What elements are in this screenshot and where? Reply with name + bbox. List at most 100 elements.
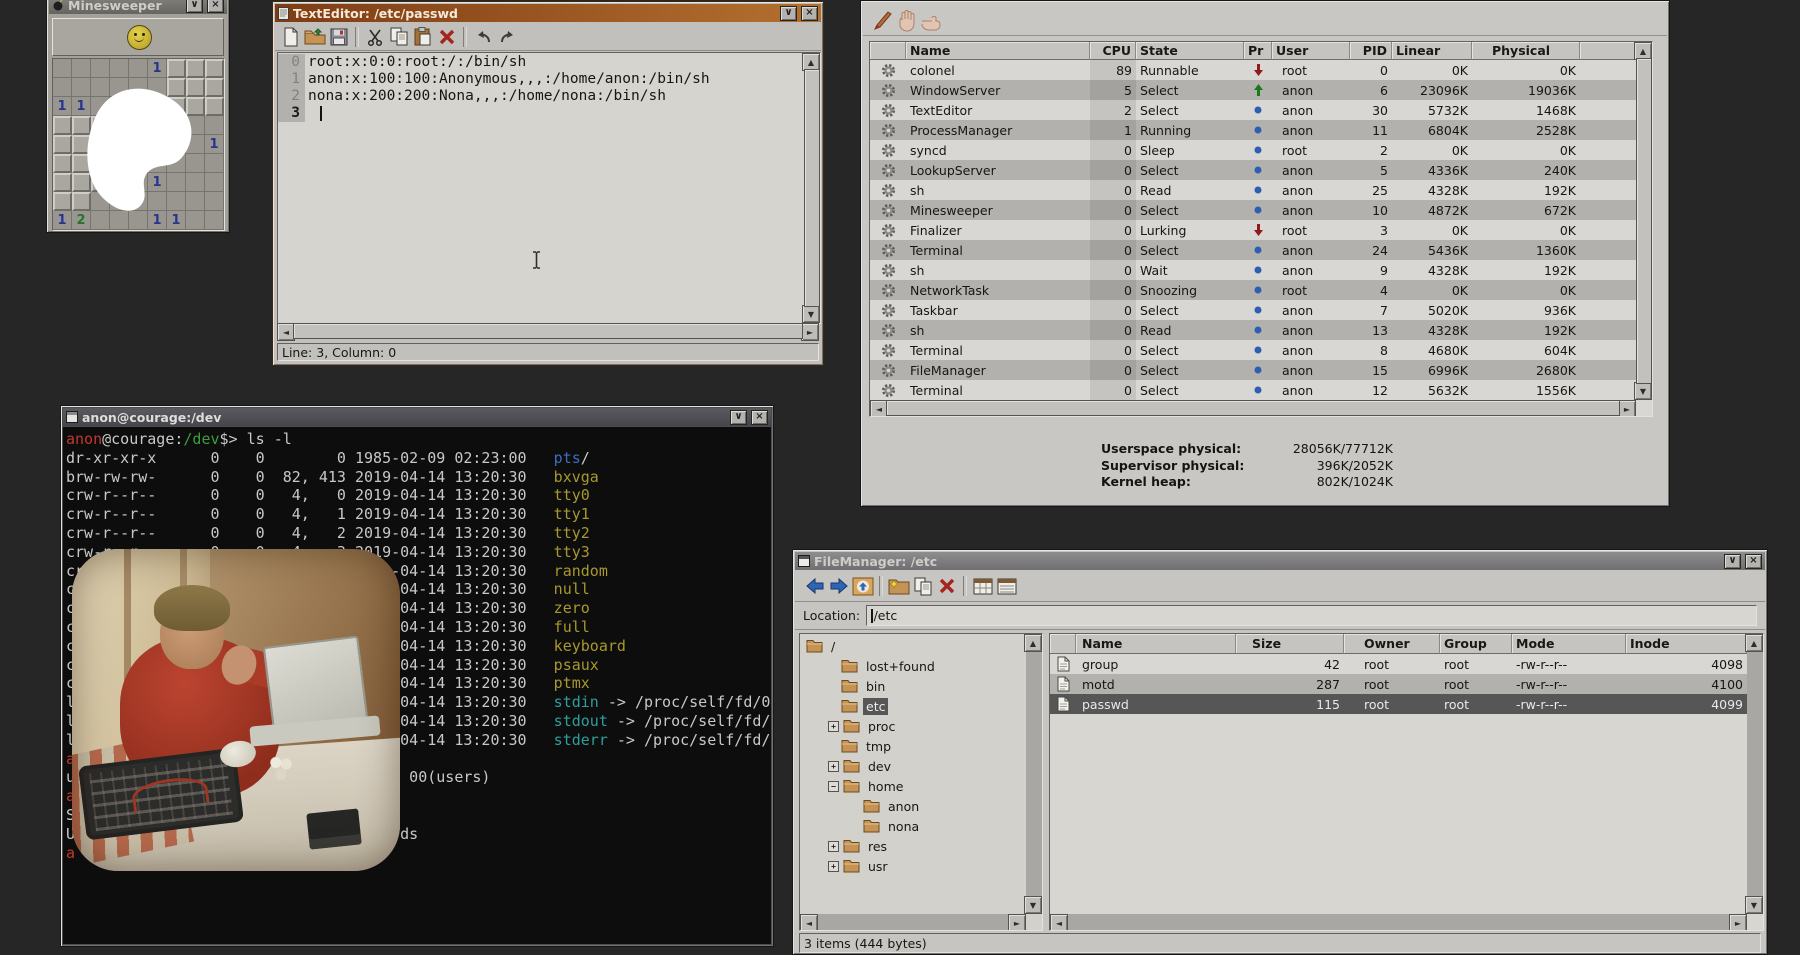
expand-plus-icon[interactable]: + xyxy=(828,761,839,772)
column-header-inode[interactable]: Inode xyxy=(1626,634,1747,654)
column-header-group[interactable]: Group xyxy=(1440,634,1512,654)
editor-line[interactable]: 1anon:x:100:100:Anonymous,,,:/home/anon:… xyxy=(278,71,804,88)
minesweeper-titlebar[interactable]: Minesweeper ∨ × xyxy=(49,0,227,14)
tree-item-tmp[interactable]: tmp xyxy=(802,736,1026,756)
editor-vscrollbar[interactable]: ▲ ▼ xyxy=(804,53,820,323)
process-row-TextEditor[interactable]: TextEditor2Selectanon305732K1468K xyxy=(870,100,1636,120)
editor-redo-button[interactable] xyxy=(495,25,519,49)
file-row-motd[interactable]: motd287rootroot-rw-r--r--4100 xyxy=(1050,674,1747,694)
tree-vscrollbar[interactable]: ▲ ▼ xyxy=(1026,634,1042,914)
column-header-state[interactable]: State xyxy=(1136,42,1244,60)
mine-tile-hidden[interactable] xyxy=(53,135,72,154)
editor-save-floppy-button[interactable] xyxy=(327,25,351,49)
process-row-Minesweeper[interactable]: Minesweeper0Selectanon104872K672K xyxy=(870,200,1636,220)
column-header-size[interactable]: Size xyxy=(1236,634,1344,654)
mine-tile-hidden[interactable] xyxy=(167,59,186,78)
mine-tile-revealed[interactable] xyxy=(53,78,72,97)
editor-new-file-button[interactable] xyxy=(279,25,303,49)
process-table-vscrollbar[interactable]: ▲ ▼ xyxy=(1636,42,1652,400)
scroll-down-button[interactable]: ▼ xyxy=(1024,896,1042,914)
process-row-sh[interactable]: sh0Waitanon94328K192K xyxy=(870,260,1636,280)
column-header-cpu[interactable]: CPU xyxy=(1090,42,1136,60)
files-vscrollbar[interactable]: ▲ ▼ xyxy=(1747,634,1763,914)
texteditor-titlebar[interactable]: TextEditor: /etc/passwd ∨ × xyxy=(275,4,821,22)
fm-list-view-button[interactable] xyxy=(995,574,1019,598)
process-row-sh[interactable]: sh0Readanon134328K192K xyxy=(870,320,1636,340)
mine-tile-hidden[interactable] xyxy=(53,154,72,173)
file-list-panel[interactable]: NameSizeOwnerGroupModeInode group42rootr… xyxy=(1049,633,1764,931)
process-row-Terminal[interactable]: Terminal0Selectanon84680K604K xyxy=(870,340,1636,360)
tree-item-bin[interactable]: bin xyxy=(802,676,1026,696)
close-button[interactable]: × xyxy=(801,6,818,21)
scroll-right-button[interactable]: ► xyxy=(801,323,819,341)
tree-item-[interactable]: / xyxy=(802,636,1026,656)
editor-copy-button[interactable] xyxy=(387,25,411,49)
close-button[interactable]: × xyxy=(207,0,224,13)
tree-item-res[interactable]: +res xyxy=(802,836,1026,856)
fm-folder-up-button[interactable] xyxy=(851,574,875,598)
editor-line[interactable]: 2nona:x:200:200:Nona,,,:/home/nona:/bin/… xyxy=(278,88,804,105)
mine-tile-revealed[interactable] xyxy=(53,59,72,78)
process-row-Terminal[interactable]: Terminal0Selectanon125632K1556K xyxy=(870,380,1636,400)
tree-item-dev[interactable]: +dev xyxy=(802,756,1026,776)
column-header-name[interactable]: Name xyxy=(1076,634,1236,654)
filemanager-titlebar[interactable]: FileManager: /etc ∨ × xyxy=(795,552,1765,570)
mine-tile-hidden[interactable] xyxy=(53,173,72,192)
editor-hscrollbar[interactable]: ◄ ► xyxy=(277,323,819,339)
process-row-NetworkTask[interactable]: NetworkTask0Snoozingroot40K0K xyxy=(870,280,1636,300)
mine-tile-revealed[interactable] xyxy=(72,59,91,78)
terminal-titlebar[interactable]: anon@courage:/dev ∨ × xyxy=(63,408,771,426)
scroll-left-button[interactable]: ◄ xyxy=(800,914,818,931)
tree-item-lostfound[interactable]: lost+found xyxy=(802,656,1026,676)
rollup-button[interactable]: ∨ xyxy=(730,410,747,425)
location-input[interactable]: /etc xyxy=(866,605,1757,626)
process-row-syncd[interactable]: syncd0Sleeproot20K0K xyxy=(870,140,1636,160)
tree-item-anon[interactable]: anon xyxy=(802,796,1026,816)
files-hscrollbar[interactable]: ◄ ► xyxy=(1050,914,1747,930)
fm-grid-view-button[interactable] xyxy=(971,574,995,598)
process-row-Finalizer[interactable]: Finalizer0Lurkingroot30K0K xyxy=(870,220,1636,240)
process-row-WindowServer[interactable]: WindowServer5Selectanon623096K19036K xyxy=(870,80,1636,100)
process-row-colonel[interactable]: colonel89Runnableroot00K0K xyxy=(870,60,1636,80)
fm-forward-arrow-button[interactable] xyxy=(827,574,851,598)
pm-hand-stop-button[interactable] xyxy=(895,9,919,33)
directory-tree-panel[interactable]: /lost+foundbinetc+proctmp+dev−homeanonno… xyxy=(799,633,1043,931)
expand-plus-icon[interactable]: + xyxy=(828,861,839,872)
editor-cut-scissors-button[interactable] xyxy=(363,25,387,49)
scroll-thumb[interactable] xyxy=(804,69,820,307)
process-row-Taskbar[interactable]: Taskbar0Selectanon75020K936K xyxy=(870,300,1636,320)
column-header-name[interactable]: Name xyxy=(906,42,1090,60)
process-row-sh[interactable]: sh0Readanon254328K192K xyxy=(870,180,1636,200)
tree-item-nona[interactable]: nona xyxy=(802,816,1026,836)
mine-tile-hidden[interactable] xyxy=(53,116,72,135)
tree-item-home[interactable]: −home xyxy=(802,776,1026,796)
scroll-down-button[interactable]: ▼ xyxy=(802,305,820,323)
mine-tile-revealed[interactable] xyxy=(110,59,129,78)
column-header-pid[interactable]: PID xyxy=(1350,42,1392,60)
texteditor-window[interactable]: TextEditor: /etc/passwd ∨ × 0root:x:0:0:… xyxy=(272,1,824,366)
mine-tile-revealed[interactable]: 1 xyxy=(148,59,167,78)
pm-paint-brush-button[interactable] xyxy=(871,9,895,33)
editor-line[interactable]: 3 xyxy=(278,105,804,122)
mine-tile-revealed[interactable]: 1 xyxy=(53,97,72,116)
scroll-right-button[interactable]: ► xyxy=(1008,914,1026,931)
mine-tile-revealed[interactable] xyxy=(129,59,148,78)
tree-item-etc[interactable]: etc xyxy=(802,696,1026,716)
close-button[interactable]: × xyxy=(1745,554,1762,569)
editor-delete-red-x-button[interactable] xyxy=(435,25,459,49)
scroll-thumb[interactable] xyxy=(886,400,1620,416)
scroll-down-button[interactable]: ▼ xyxy=(1745,896,1763,914)
column-header-mode[interactable]: Mode xyxy=(1512,634,1626,654)
column-header-linear[interactable]: Linear xyxy=(1392,42,1472,60)
scroll-up-button[interactable]: ▲ xyxy=(1024,634,1042,652)
scroll-up-button[interactable]: ▲ xyxy=(1745,634,1763,652)
scroll-thumb[interactable] xyxy=(293,323,803,339)
fm-back-arrow-button[interactable] xyxy=(803,574,827,598)
expand-plus-icon[interactable]: + xyxy=(828,721,839,732)
editor-open-folder-button[interactable] xyxy=(303,25,327,49)
file-row-passwd[interactable]: passwd115rootroot-rw-r--r--4099 xyxy=(1050,694,1747,714)
file-row-group[interactable]: group42rootroot-rw-r--r--4098 xyxy=(1050,654,1747,674)
column-header-user[interactable]: User xyxy=(1272,42,1350,60)
mine-tile-hidden[interactable] xyxy=(186,59,205,78)
process-manager-window[interactable]: NameCPUStatePrUserPIDLinearPhysical colo… xyxy=(860,0,1670,507)
